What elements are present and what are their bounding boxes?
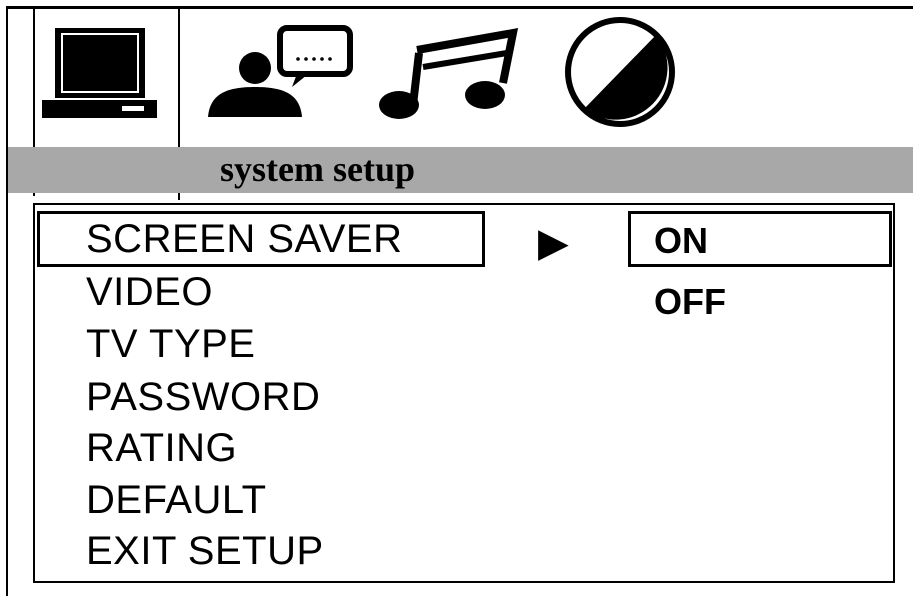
page-title: system setup xyxy=(220,149,415,189)
menu-item-default[interactable]: DEFAULT xyxy=(86,476,267,524)
option-on[interactable]: ON xyxy=(654,217,708,265)
tab-language[interactable] xyxy=(200,25,360,125)
header-bar xyxy=(8,147,913,193)
menu-item-tv-type[interactable]: TV TYPE xyxy=(86,320,255,368)
menu-item-exit-setup[interactable]: EXIT SETUP xyxy=(86,527,324,575)
tab-system[interactable] xyxy=(40,20,160,125)
menu-item-video[interactable]: VIDEO xyxy=(86,268,213,316)
tv-monitor-icon xyxy=(42,28,157,118)
frame-left-border xyxy=(6,6,8,596)
tab-audio[interactable] xyxy=(375,25,520,125)
menu-item-rating[interactable]: RATING xyxy=(86,424,237,472)
music-note-icon xyxy=(379,28,519,119)
menu-item-screen-saver[interactable]: SCREEN SAVER xyxy=(86,215,402,263)
frame-top-border xyxy=(6,6,913,9)
menu-item-password[interactable]: PASSWORD xyxy=(86,373,320,421)
half-circle-icon xyxy=(565,17,675,127)
person-speech-icon xyxy=(208,25,353,117)
option-off[interactable]: OFF xyxy=(654,278,726,326)
submenu-arrow-icon: ▶ xyxy=(538,221,569,265)
tab-video[interactable] xyxy=(558,15,683,130)
